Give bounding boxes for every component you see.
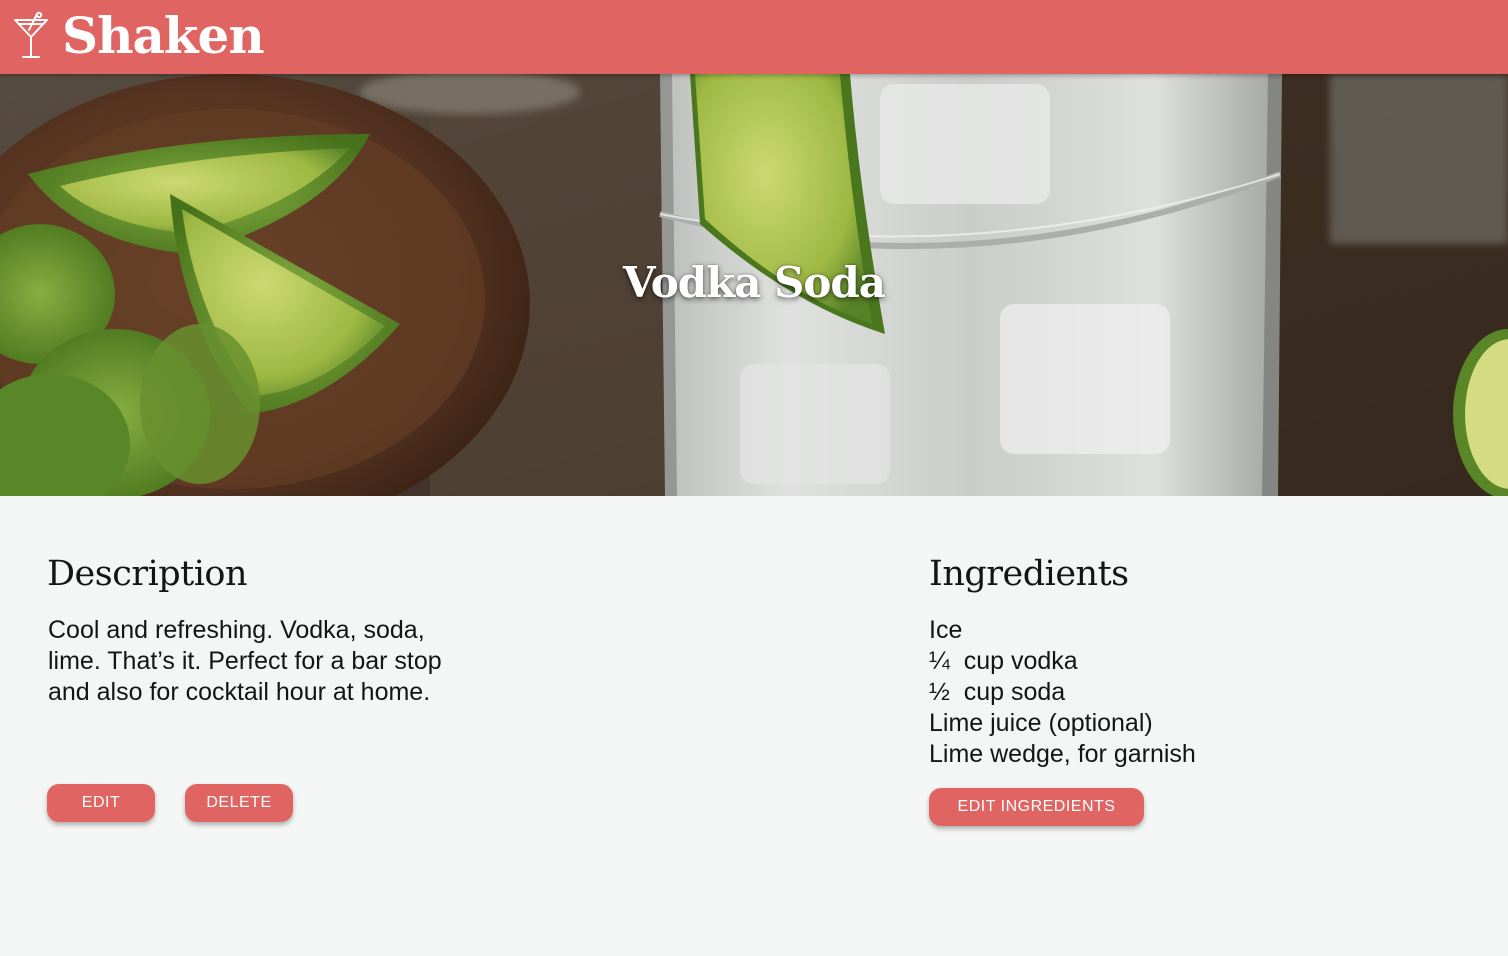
edit-ingredients-button[interactable]: EDIT INGREDIENTS: [929, 788, 1144, 826]
ingredient-item: ½ cup soda: [929, 678, 1066, 706]
ingredient-item: Ice: [929, 616, 963, 644]
delete-button[interactable]: DELETE: [185, 784, 293, 822]
brand-logo-link[interactable]: Shaken: [12, 6, 265, 65]
ingredient-item: Lime juice (optional): [929, 709, 1153, 737]
edit-button[interactable]: EDIT: [47, 784, 155, 822]
description-text: Cool and refreshing. Vodka, soda, lime. …: [48, 616, 442, 706]
cocktail-title: Vodka Soda: [623, 258, 886, 307]
ingredients-heading: Ingredients: [929, 554, 1129, 594]
description-heading: Description: [47, 554, 248, 594]
ingredients-list: Ice ¼ cup vodka ½ cup soda Lime juice (o…: [929, 615, 1196, 770]
ingredient-item: Lime wedge, for garnish: [929, 740, 1196, 768]
brand-name: Shaken: [62, 6, 265, 65]
top-nav-bar: Shaken: [0, 0, 1508, 74]
martini-glass-icon: [14, 11, 48, 58]
hero-banner: Vodka Soda: [0, 74, 1508, 496]
ingredient-item: ¼ cup vodka: [929, 647, 1078, 675]
